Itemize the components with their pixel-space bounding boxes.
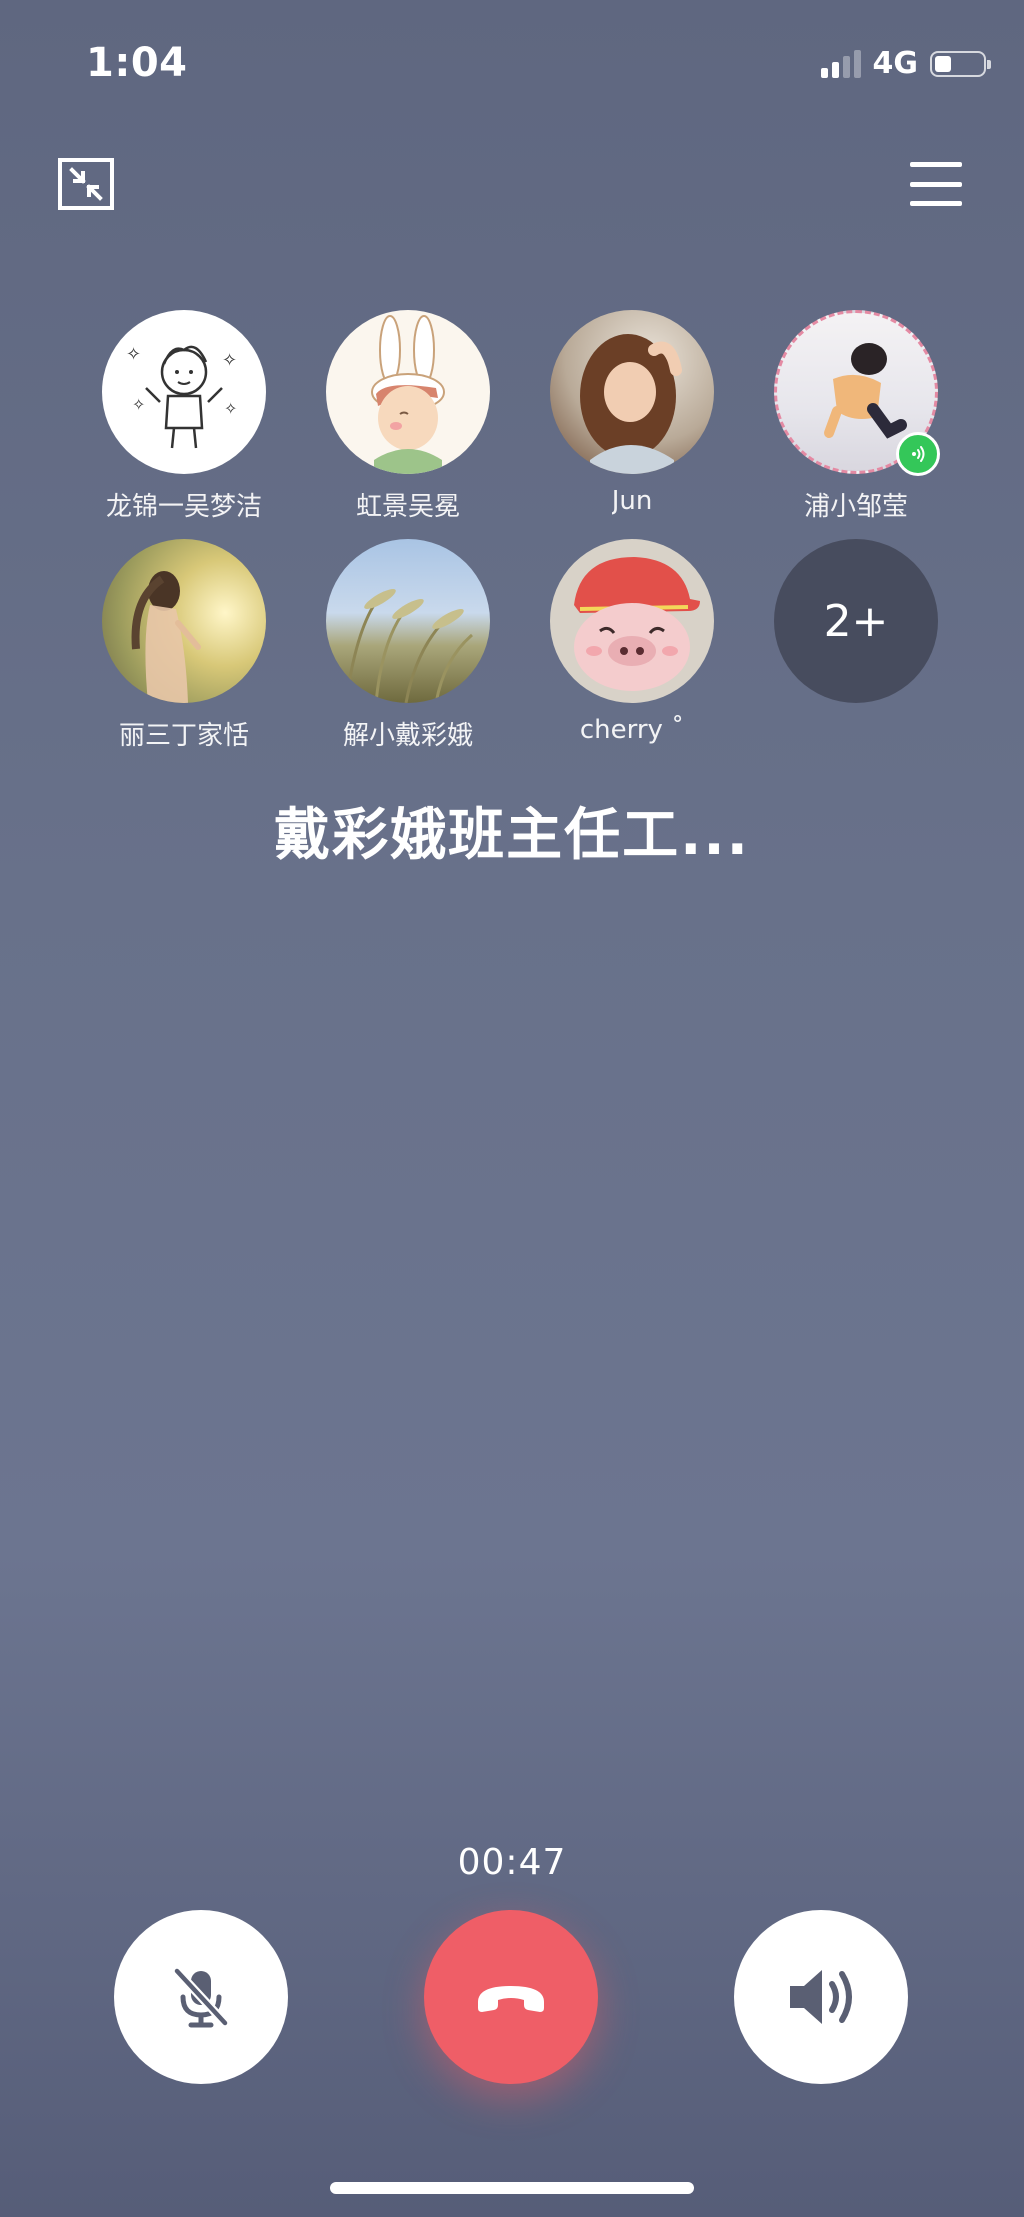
girl-photo-avatar-icon xyxy=(580,334,682,474)
hangup-button[interactable] xyxy=(424,1910,598,2084)
participant-item[interactable]: 解小戴彩娥 xyxy=(296,539,520,752)
status-time: 1:04 xyxy=(86,40,188,86)
menu-icon-line xyxy=(910,181,962,187)
minimize-button[interactable] xyxy=(58,158,114,210)
participant-name: 虹景吴冕 xyxy=(355,492,460,522)
network-type: 4G xyxy=(872,46,919,81)
group-call-title: 戴彩娥班主任工... xyxy=(274,803,750,868)
svg-text:✧: ✧ xyxy=(126,344,141,365)
svg-text:✧: ✧ xyxy=(224,399,237,418)
avatar xyxy=(774,310,940,476)
menu-button[interactable] xyxy=(910,162,962,206)
cartoon-bunny-hat-avatar-icon xyxy=(371,315,445,474)
menu-icon-line xyxy=(910,162,962,167)
call-duration: 00:47 xyxy=(457,1842,567,1883)
participant-name: 丽三丁家恬 xyxy=(118,721,249,751)
mute-button[interactable] xyxy=(114,1910,288,2084)
svg-text:✧: ✧ xyxy=(132,395,145,414)
cartoon-boy-avatar-icon: ✧ ✧ ✧ ✧ xyxy=(126,344,237,449)
avatar xyxy=(326,310,490,474)
status-indicators: 4G xyxy=(820,46,991,81)
more-participants[interactable]: 2+ xyxy=(744,539,968,752)
participant-name: 龙锦一吴梦洁 xyxy=(105,492,262,522)
participant-item[interactable]: 丽三丁家恬 xyxy=(72,539,296,752)
avatar xyxy=(326,539,490,703)
speaking-indicator-icon xyxy=(896,432,940,476)
status-bar: 1:04 4G xyxy=(0,0,1024,120)
speaker-icon xyxy=(790,1970,852,2024)
home-indicator[interactable] xyxy=(330,2182,694,2194)
battery-fill xyxy=(935,55,951,72)
participant-item[interactable]: ✧ ✧ ✧ ✧ 龙锦一吴梦洁 xyxy=(72,310,296,523)
participant-name: cherry ˚ xyxy=(579,715,685,745)
signal-icon xyxy=(820,49,861,78)
participant-item[interactable]: 浦小邹莹 xyxy=(744,310,968,523)
minimize-window-icon xyxy=(69,167,103,201)
grass-field-photo-avatar-icon xyxy=(344,589,473,703)
avatar xyxy=(550,310,714,474)
speaker-button[interactable] xyxy=(734,1910,908,2084)
participant-item[interactable]: 虹景吴冕 xyxy=(296,310,520,523)
menu-icon-line xyxy=(910,201,962,206)
svg-text:✧: ✧ xyxy=(222,350,237,371)
participant-item[interactable]: Jun xyxy=(520,310,744,523)
girl-sunset-photo-avatar-icon xyxy=(131,571,201,703)
participant-name: 浦小邹莹 xyxy=(803,492,908,522)
avatar: ✧ ✧ ✧ ✧ xyxy=(102,310,266,474)
participant-grid: ✧ ✧ ✧ ✧ 龙锦一吴梦洁 虹景吴冕 Jun 浦小邹莹 丽三丁家恬 解小戴彩娥… xyxy=(72,310,952,752)
avatar xyxy=(550,539,714,703)
participant-name: 解小戴彩娥 xyxy=(342,721,473,751)
more-participants-button[interactable]: 2+ xyxy=(774,539,938,703)
mic-muted-icon xyxy=(172,1966,230,2028)
participant-item[interactable]: cherry ˚ xyxy=(520,539,744,752)
cartoon-pig-cap-avatar-icon xyxy=(574,557,700,691)
avatar xyxy=(102,539,266,703)
participant-name: Jun xyxy=(611,486,653,516)
phone-hangup-icon xyxy=(478,1986,544,2012)
battery-icon xyxy=(930,50,991,77)
